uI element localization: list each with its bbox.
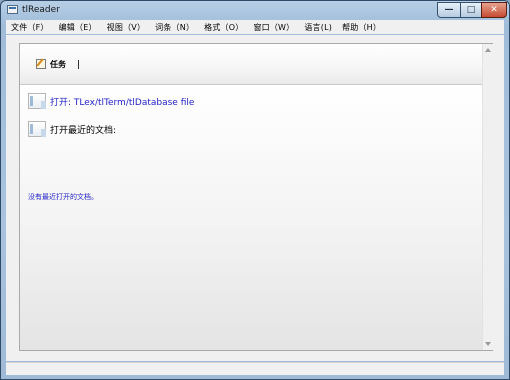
tasks-header: 任务: [20, 44, 482, 85]
menu-view[interactable]: 视图（V）: [102, 22, 150, 33]
start-page: 任务 打开: TLex/tlTerm/tlDatabase file 打开最近的…: [19, 43, 493, 351]
status-bar: [6, 362, 504, 375]
menu-window[interactable]: 窗口（W）: [248, 22, 299, 33]
title-bar[interactable]: tlReader — □ ✕: [1, 1, 509, 20]
vertical-scrollbar[interactable]: [482, 44, 493, 350]
start-content: 打开: TLex/tlTerm/tlDatabase file 打开最近的文档:…: [20, 85, 482, 350]
menu-bar: 文件（F） 编辑（E） 视图（V） 词条（N） 格式（O） 窗口（W） 语言(L…: [6, 20, 504, 34]
maximize-icon: □: [466, 5, 476, 15]
document-icon: [28, 121, 48, 138]
client-area: 任务 打开: TLex/tlTerm/tlDatabase file 打开最近的…: [6, 35, 504, 361]
no-recent-docs-text: 没有最近打开的文档。: [28, 193, 98, 201]
recent-docs-row: 打开最近的文档:: [28, 121, 116, 138]
menu-format[interactable]: 格式（O）: [199, 22, 248, 33]
tasks-label[interactable]: 任务: [50, 59, 66, 70]
menu-language[interactable]: 语言(L): [299, 22, 337, 33]
app-icon[interactable]: [7, 5, 18, 14]
text-cursor: [78, 60, 79, 69]
app-window: tlReader — □ ✕ 文件（F） 编辑（E） 视图（V） 词条（N） 格…: [0, 0, 510, 380]
menu-entry[interactable]: 词条（N）: [150, 22, 199, 33]
document-icon: [28, 93, 48, 110]
scroll-down-icon[interactable]: [485, 342, 491, 346]
open-file-link[interactable]: 打开: TLex/tlTerm/tlDatabase file: [50, 95, 194, 108]
window-title: tlReader: [22, 5, 60, 15]
menu-edit[interactable]: 编辑（E）: [54, 22, 102, 33]
menu-file[interactable]: 文件（F）: [6, 22, 54, 33]
close-button[interactable]: ✕: [481, 2, 507, 18]
recent-docs-heading: 打开最近的文档:: [50, 126, 117, 136]
minimize-icon: —: [444, 5, 454, 15]
edit-task-icon[interactable]: [36, 59, 46, 69]
maximize-button[interactable]: □: [460, 2, 482, 18]
open-file-row[interactable]: 打开: TLex/tlTerm/tlDatabase file: [28, 93, 194, 110]
scroll-up-icon[interactable]: [485, 48, 491, 52]
close-icon: ✕: [490, 5, 498, 15]
menu-help[interactable]: 帮助（H）: [337, 22, 386, 33]
minimize-button[interactable]: —: [437, 2, 461, 18]
